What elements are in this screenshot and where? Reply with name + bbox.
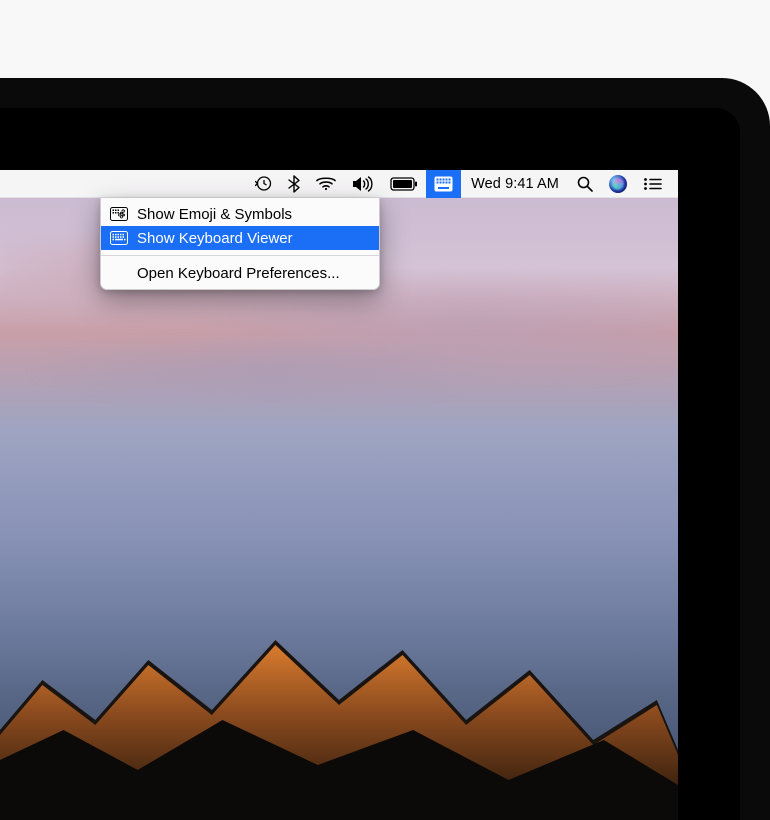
menu-item-label: Open Keyboard Preferences... bbox=[137, 265, 340, 282]
battery-menu[interactable] bbox=[382, 170, 426, 198]
notification-center-menu[interactable] bbox=[635, 170, 670, 198]
desktop-screen: Wed 9:41 AM bbox=[0, 170, 678, 820]
time-machine-icon bbox=[255, 175, 272, 192]
battery-icon bbox=[390, 177, 418, 191]
volume-icon bbox=[352, 176, 374, 192]
bluetooth-menu[interactable] bbox=[280, 170, 308, 198]
menubar-clock[interactable]: Wed 9:41 AM bbox=[461, 170, 569, 198]
volume-menu[interactable] bbox=[344, 170, 382, 198]
menu-item-show-emoji-symbols[interactable]: Show Emoji & Symbols bbox=[101, 202, 379, 226]
menu-item-label: Show Emoji & Symbols bbox=[137, 206, 292, 223]
siri-icon bbox=[609, 175, 627, 193]
laptop-outer-frame: Wed 9:41 AM bbox=[0, 78, 770, 820]
menubar: Wed 9:41 AM bbox=[0, 170, 678, 198]
wifi-icon bbox=[316, 176, 336, 191]
input-menu-icon bbox=[434, 176, 453, 192]
menu-item-open-keyboard-preferences[interactable]: Open Keyboard Preferences... bbox=[101, 261, 379, 285]
spotlight-menu[interactable] bbox=[569, 170, 601, 198]
wallpaper-mountains bbox=[0, 590, 678, 820]
bluetooth-icon bbox=[288, 175, 300, 193]
input-menu[interactable] bbox=[426, 170, 461, 198]
menu-item-label: Show Keyboard Viewer bbox=[137, 230, 293, 247]
keyboard-viewer-icon bbox=[109, 230, 129, 246]
wifi-menu[interactable] bbox=[308, 170, 344, 198]
laptop-bezel: Wed 9:41 AM bbox=[0, 108, 740, 820]
input-menu-dropdown: Show Emoji & Symbols Show K bbox=[100, 198, 380, 290]
time-machine-menu[interactable] bbox=[247, 170, 280, 198]
spotlight-icon bbox=[577, 176, 593, 192]
menu-separator bbox=[101, 255, 379, 256]
clock-text: Wed 9:41 AM bbox=[471, 176, 559, 192]
menu-item-show-keyboard-viewer[interactable]: Show Keyboard Viewer bbox=[101, 226, 379, 250]
siri-menu[interactable] bbox=[601, 170, 635, 198]
notification-center-icon bbox=[643, 177, 662, 191]
character-viewer-icon bbox=[109, 206, 129, 222]
